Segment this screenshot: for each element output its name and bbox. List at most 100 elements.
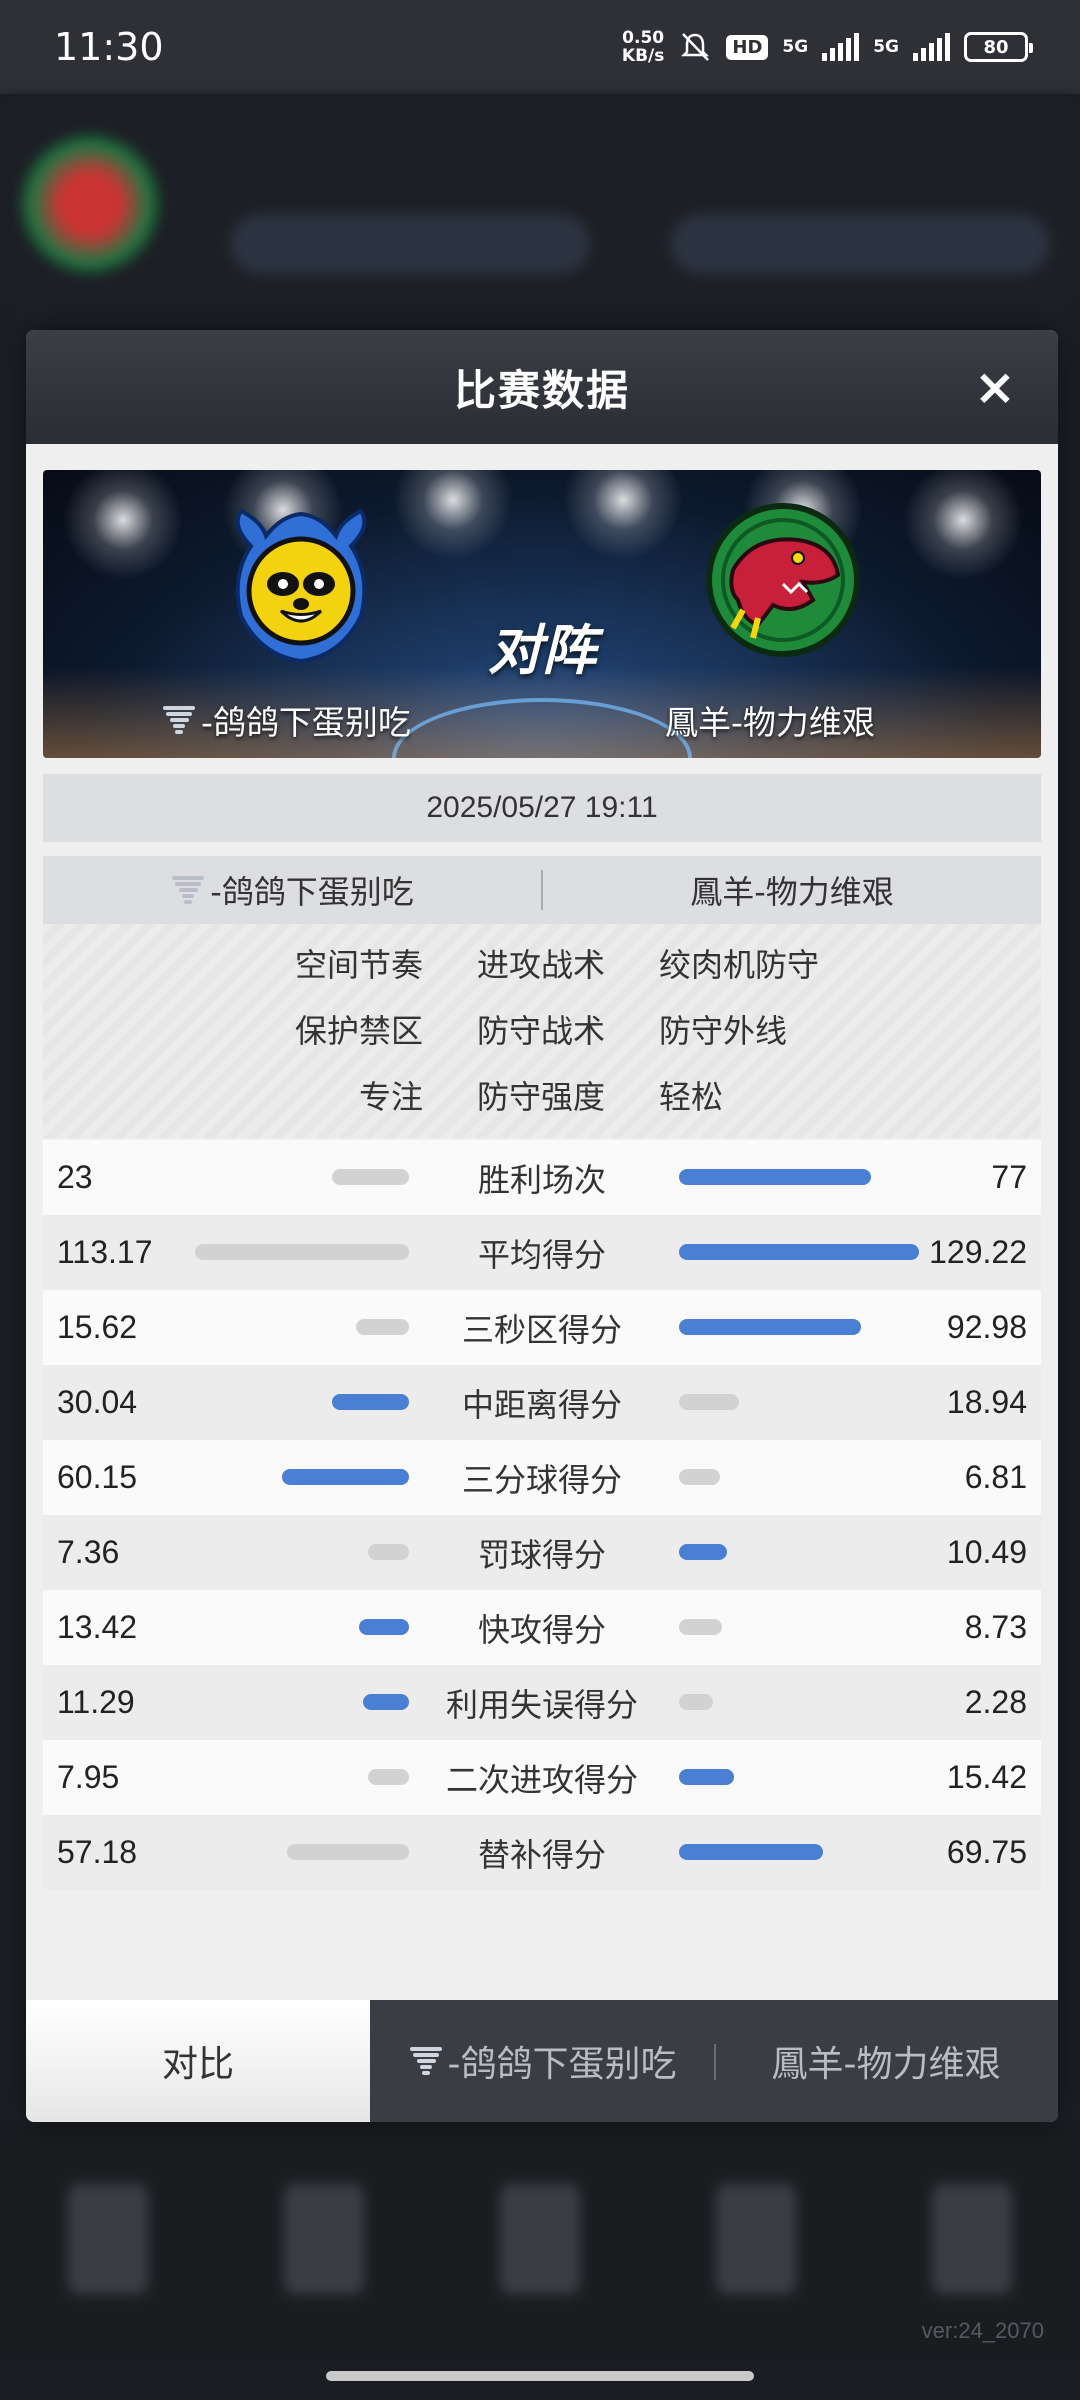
tab-team-right-label: 鳳羊-物力维艰 xyxy=(771,2044,1001,2085)
banner-team-left: -鸽鸽下蛋别吃 xyxy=(161,696,411,744)
tactic-label: 防守强度 xyxy=(476,1078,605,1116)
tab-team-left-label: -鸽鸽下蛋别吃 xyxy=(447,2044,677,2085)
modal-header: 比赛数据 × xyxy=(26,330,1058,444)
banner-team-left-name: -鸽鸽下蛋别吃 xyxy=(201,703,411,742)
network-type-1: 5G xyxy=(782,37,809,57)
signal-icon-2 xyxy=(913,33,950,61)
signal-icon-1 xyxy=(822,33,860,61)
stat-label: 胜利场次 xyxy=(477,1160,606,1199)
matchup-banner: 对阵 -鸽鸽下蛋别吃 鳳羊-物力维艰 xyxy=(43,470,1041,758)
modal-body: 对阵 -鸽鸽下蛋别吃 鳳羊-物力维艰 2025/05/27 19:11 -鸽鸽下… xyxy=(43,470,1041,1890)
stat-right-bar xyxy=(679,1394,739,1410)
stat-right-value: 2.28 xyxy=(964,1684,1027,1720)
status-time: 11:30 xyxy=(54,25,164,69)
close-button[interactable]: × xyxy=(970,362,1020,412)
stat-label: 利用失误得分 xyxy=(445,1685,638,1724)
tactic-row: 专注 防守强度 轻松 xyxy=(43,1062,1041,1128)
tornado-icon xyxy=(163,706,195,734)
tab-team-right[interactable]: 鳳羊-物力维艰 xyxy=(714,2000,1058,2122)
net-speed-unit: KB/s xyxy=(621,46,665,66)
team-right-name: 鳳羊-物力维艰 xyxy=(690,873,894,911)
tactic-left-value: 专注 xyxy=(358,1078,423,1116)
match-data-modal: 比赛数据 × 对阵 -鸽鸽下蛋别吃 鳳羊-物力维艰 2025/05/27 19:… xyxy=(26,330,1058,2122)
stadium-light xyxy=(393,470,513,560)
stat-label: 三分球得分 xyxy=(461,1460,622,1499)
stat-label: 三秒区得分 xyxy=(461,1310,622,1349)
stat-right-bar xyxy=(679,1544,727,1560)
stat-right-value: 10.49 xyxy=(946,1534,1027,1570)
stat-row: 30.04 中距离得分 18.94 xyxy=(43,1365,1041,1440)
stat-right-bar xyxy=(679,1694,713,1710)
tactic-label: 防守战术 xyxy=(476,1012,605,1050)
net-speed-value: 0.50 xyxy=(622,28,665,48)
stat-row: 113.17 平均得分 129.22 xyxy=(43,1215,1041,1290)
stat-label: 二次进攻得分 xyxy=(445,1760,638,1799)
net-speed: 0.50 KB/s xyxy=(622,29,664,65)
stat-label: 罚球得分 xyxy=(477,1535,606,1574)
stat-row: 7.36 罚球得分 10.49 xyxy=(43,1515,1041,1590)
tab-compare-label: 对比 xyxy=(161,2044,234,2085)
tactic-row: 保护禁区 防守战术 防守外线 xyxy=(43,996,1041,1062)
banner-team-right: 鳳羊-物力维艰 xyxy=(665,696,875,744)
stat-right-bar xyxy=(679,1319,861,1335)
battery-icon: 80 xyxy=(964,32,1033,62)
tab-compare[interactable]: 对比 xyxy=(26,2000,370,2122)
tactic-row: 空间节奏 进攻战术 绞肉机防守 xyxy=(43,930,1041,996)
stadium-light xyxy=(563,470,683,560)
stat-row: 13.42 快攻得分 8.73 xyxy=(43,1590,1041,1665)
stat-row: 57.18 替补得分 69.75 xyxy=(43,1815,1041,1890)
teams-header: -鸽鸽下蛋别吃 鳳羊-物力维艰 xyxy=(43,856,1041,924)
stat-right-bar xyxy=(679,1769,734,1785)
stat-right-bar xyxy=(679,1469,720,1485)
vs-label: 对阵 xyxy=(488,619,596,682)
battery-level: 80 xyxy=(983,36,1009,58)
tactic-label: 进攻战术 xyxy=(476,946,605,984)
stat-row: 23 胜利场次 77 xyxy=(43,1140,1041,1215)
background-pill xyxy=(670,214,1050,274)
stat-label: 快攻得分 xyxy=(477,1610,606,1649)
tornado-icon xyxy=(172,876,205,904)
tactic-left-value: 空间节奏 xyxy=(294,946,423,984)
stat-right-value: 92.98 xyxy=(946,1309,1027,1345)
match-date: 2025/05/27 19:11 xyxy=(43,774,1041,842)
tab-team-left[interactable]: -鸽鸽下蛋别吃 xyxy=(370,2000,714,2122)
background-nav xyxy=(0,2124,1080,2354)
team-left-name: -鸽鸽下蛋别吃 xyxy=(210,873,414,911)
background-pill xyxy=(230,214,590,274)
home-indicator[interactable] xyxy=(326,2371,754,2381)
stadium-light xyxy=(63,470,183,580)
stat-row: 11.29 利用失误得分 2.28 xyxy=(43,1665,1041,1740)
tab-bar: 对比 -鸽鸽下蛋别吃 鳳羊-物力维艰 xyxy=(26,2000,1058,2122)
mute-bell-icon xyxy=(681,33,710,61)
close-icon: × xyxy=(974,358,1016,416)
team-right-header: 鳳羊-物力维艰 xyxy=(543,867,1041,913)
stat-right-value: 69.75 xyxy=(946,1834,1027,1870)
stat-right-bar xyxy=(679,1619,722,1635)
stat-row: 60.15 三分球得分 6.81 xyxy=(43,1440,1041,1515)
stats-table: 23 胜利场次 77 113.17 平均得分 129.22 15.62 三秒区得… xyxy=(43,1140,1041,1890)
banner-team-right-name: 鳳羊-物力维艰 xyxy=(665,703,875,742)
stadium-light xyxy=(903,470,1023,580)
hd-badge: HD xyxy=(726,34,769,60)
stat-row: 15.62 三秒区得分 92.98 xyxy=(43,1290,1041,1365)
stat-right-value: 6.81 xyxy=(964,1459,1027,1495)
team-left-header: -鸽鸽下蛋别吃 xyxy=(43,867,541,913)
version-label: ver:24_2070 xyxy=(921,2318,1044,2343)
stat-right-bar xyxy=(679,1844,823,1860)
tactic-right-value: 防守外线 xyxy=(659,1012,788,1050)
background-team-logo xyxy=(20,134,160,274)
stat-right-value: 129.22 xyxy=(929,1234,1027,1270)
stat-right-bar xyxy=(679,1244,919,1260)
stat-label: 替补得分 xyxy=(477,1835,606,1874)
modal-title: 比赛数据 xyxy=(453,365,630,415)
status-bar: 11:30 0.50 KB/s HD 5G 5G 80 xyxy=(0,0,1080,94)
status-icons: 0.50 KB/s HD 5G 5G 80 xyxy=(622,29,1033,65)
stat-right-bar xyxy=(679,1169,871,1185)
stat-right-value: 18.94 xyxy=(946,1384,1027,1420)
stat-right-value: 77 xyxy=(991,1159,1027,1195)
tornado-icon xyxy=(409,2047,442,2075)
stat-label: 中距离得分 xyxy=(461,1385,622,1424)
tactic-right-value: 轻松 xyxy=(659,1078,724,1116)
tactic-right-value: 绞肉机防守 xyxy=(659,946,820,984)
tactics-section: 空间节奏 进攻战术 绞肉机防守 保护禁区 防守战术 防守外线 专注 防守强度 轻… xyxy=(43,924,1041,1138)
